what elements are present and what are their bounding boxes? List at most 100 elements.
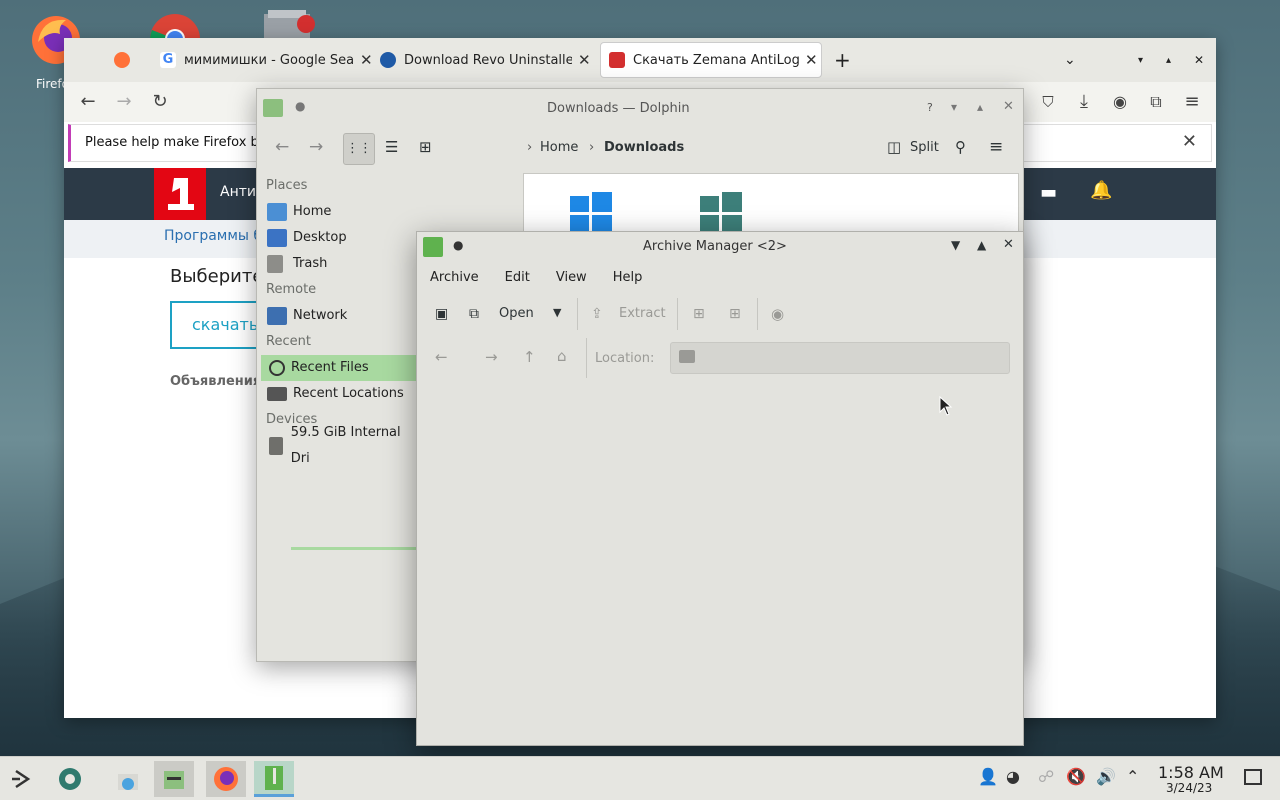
sidebar-item-label: Desktop: [293, 230, 347, 245]
tab-firefox-view[interactable]: [104, 42, 138, 78]
menu-button[interactable]: ≡: [989, 137, 1003, 157]
details-view-button[interactable]: ☰: [385, 138, 398, 156]
up-arrow-icon: ↑: [523, 348, 536, 366]
minimize-icon: ▾: [1138, 54, 1144, 66]
tab-google-search[interactable]: G мимимишки - Google Sear ✕: [150, 42, 373, 78]
forward-button[interactable]: →: [309, 137, 323, 157]
back-button[interactable]: ←: [275, 137, 289, 157]
sidebar-item-recent-files[interactable]: Recent Files: [261, 355, 421, 381]
reload-button[interactable]: ↻: [148, 90, 172, 114]
maximize-button[interactable]: ▴: [1166, 42, 1171, 78]
tab-revo-uninstaller[interactable]: Download Revo Uninstaller ✕: [370, 42, 591, 78]
split-button[interactable]: Split: [910, 140, 939, 155]
up-button[interactable]: ↑: [523, 348, 536, 366]
sidebar-item-home[interactable]: Home: [261, 199, 421, 225]
tab-zemana[interactable]: Скачать Zemana AntiLogge ✕: [600, 42, 822, 78]
icons-view-button[interactable]: ⋮⋮: [343, 133, 375, 165]
open-dropdown-button[interactable]: ▼: [553, 306, 561, 319]
sidebar-item-network[interactable]: Network: [261, 303, 421, 329]
open-button[interactable]: Open: [499, 306, 534, 321]
pin-icon[interactable]: ●: [453, 238, 463, 252]
clock-time[interactable]: 1:58 AM: [1158, 763, 1224, 782]
new-archive-button[interactable]: ▣: [435, 306, 448, 322]
account-icon: ◉: [1113, 92, 1127, 111]
account-button[interactable]: ◉: [1108, 90, 1132, 114]
add-files-button[interactable]: ⊞: [693, 306, 705, 322]
location-field[interactable]: [670, 342, 1010, 374]
pocket-button[interactable]: ⛉: [1036, 90, 1060, 114]
extensions-button[interactable]: ⧉: [1144, 90, 1168, 114]
add-folder-button[interactable]: ⊞: [729, 306, 741, 322]
downloads-button[interactable]: ⤓: [1072, 90, 1096, 114]
home-button[interactable]: ⌂: [557, 347, 567, 365]
new-tab-button[interactable]: +: [834, 42, 851, 78]
back-button[interactable]: ←: [76, 90, 100, 114]
discover-taskbar-button[interactable]: [108, 761, 148, 797]
window-title: Downloads — Dolphin: [547, 101, 690, 116]
windows-file-icon[interactable]: [570, 192, 612, 234]
archive-manager-taskbar-button[interactable]: [254, 761, 294, 797]
breadcrumb-home[interactable]: Home: [540, 140, 578, 155]
chat-icon[interactable]: ▬: [1040, 182, 1057, 203]
sidebar-item-recent-locations[interactable]: Recent Locations: [261, 381, 421, 407]
back-button[interactable]: ←: [435, 348, 448, 366]
sidebar-item-desktop[interactable]: Desktop: [261, 225, 421, 251]
volume-icon[interactable]: 🔊: [1096, 767, 1116, 786]
menu-edit[interactable]: Edit: [492, 264, 543, 292]
tab-title: Download Revo Uninstaller: [404, 52, 572, 68]
forward-button[interactable]: →: [485, 348, 498, 366]
network-tray-icon[interactable]: ☍: [1038, 767, 1054, 786]
close-tab-icon[interactable]: ✕: [805, 51, 818, 69]
mute-icon[interactable]: 🔇: [1066, 767, 1086, 786]
tree-view-button[interactable]: ⊞: [419, 138, 432, 156]
pin-icon[interactable]: ●: [295, 99, 305, 113]
chevron-up-icon[interactable]: ⌃: [1126, 767, 1139, 786]
close-button[interactable]: ✕: [1003, 237, 1014, 252]
close-button[interactable]: ✕: [1003, 99, 1014, 114]
windows-file-icon[interactable]: [700, 192, 742, 234]
search-button[interactable]: ⚲: [955, 138, 966, 156]
close-tab-icon[interactable]: ✕: [578, 51, 591, 69]
sidebar-item-internal-drive[interactable]: 59.5 GiB Internal Dri: [261, 425, 421, 466]
sidebar-item-label: Home: [293, 204, 332, 219]
stop-button[interactable]: ◉: [771, 305, 784, 323]
dropdown-arrow-icon: ▼: [553, 306, 562, 319]
pocket-icon: ⛉: [1042, 93, 1054, 111]
color-picker-icon[interactable]: ◕: [1006, 767, 1020, 786]
maximize-button[interactable]: ▴: [977, 100, 983, 114]
puzzle-icon: ⧉: [1150, 92, 1162, 111]
maximize-button[interactable]: ▲: [977, 238, 986, 252]
programs-link[interactable]: Программы бе: [164, 228, 271, 244]
minimize-button[interactable]: ▾: [951, 100, 957, 114]
breadcrumb-current[interactable]: Downloads: [604, 140, 684, 155]
extract-button[interactable]: Extract: [619, 306, 666, 321]
reload-icon: ↻: [152, 91, 168, 112]
user-icon[interactable]: 👤: [978, 767, 998, 786]
sidebar-item-label: Recent Locations: [293, 386, 404, 401]
notification-close-button[interactable]: ✕: [1182, 131, 1197, 152]
download-button-label: скачать: [192, 315, 259, 334]
menu-help[interactable]: Help: [600, 264, 656, 292]
minimize-button[interactable]: ▾: [1138, 42, 1143, 78]
firefox-taskbar-button[interactable]: [206, 761, 246, 797]
application-launcher[interactable]: [2, 761, 42, 797]
tab-bar: G мимимишки - Google Sear ✕ Download Rev…: [64, 38, 1216, 82]
menu-archive[interactable]: Archive: [417, 264, 492, 292]
maximize-icon: ▴: [1166, 54, 1172, 66]
site-logo[interactable]: [154, 168, 206, 220]
back-arrow-icon: ←: [80, 91, 96, 112]
show-desktop-icon[interactable]: [1244, 769, 1262, 785]
list-tabs-button[interactable]: ⌄: [1064, 42, 1076, 78]
archive-content-area[interactable]: [417, 382, 1023, 745]
forward-button[interactable]: →: [112, 90, 136, 114]
clock-date[interactable]: 3/24/23: [1166, 781, 1212, 795]
app-menu-button[interactable]: ≡: [1180, 90, 1204, 114]
sidebar-item-trash[interactable]: Trash: [261, 251, 421, 277]
minimize-button[interactable]: ▼: [951, 238, 960, 252]
bell-icon[interactable]: 🔔: [1090, 180, 1112, 201]
settings-taskbar-button[interactable]: [50, 761, 90, 797]
close-window-button[interactable]: ✕: [1194, 42, 1204, 78]
help-button[interactable]: ?: [927, 101, 933, 114]
menu-view[interactable]: View: [543, 264, 600, 292]
dolphin-taskbar-button[interactable]: [154, 761, 194, 797]
